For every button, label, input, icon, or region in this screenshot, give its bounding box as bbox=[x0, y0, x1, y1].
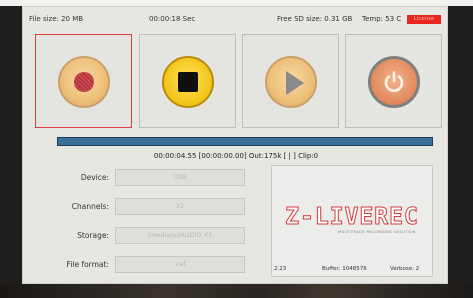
desktop-bottom-strip bbox=[0, 284, 473, 298]
logo-panel: Z-LIVEREC MULTITRACK RECORDING SOLUTION … bbox=[271, 165, 433, 277]
license-button[interactable]: License bbox=[407, 15, 441, 24]
elapsed-time-label: 00:00:18 Sec bbox=[149, 15, 196, 23]
temperature-label: Temp: 53 C bbox=[362, 15, 402, 23]
power-button[interactable] bbox=[345, 34, 442, 128]
time-info: 00:00:04.55 [00:00:00.00] Out:175k [ | ]… bbox=[153, 152, 319, 160]
storage-label: Storage: bbox=[77, 231, 109, 240]
channels-label: Channels: bbox=[71, 202, 109, 211]
play-disc bbox=[265, 56, 317, 108]
record-button[interactable] bbox=[35, 34, 132, 128]
recording-progress-bar bbox=[57, 137, 433, 146]
free-sd-label: Free SD size: 0.31 GB bbox=[277, 15, 353, 23]
buffer-label: Buffer: 1048576 bbox=[322, 266, 367, 272]
channels-field[interactable]: 32 bbox=[115, 198, 245, 215]
power-disc bbox=[368, 56, 420, 108]
storage-field[interactable]: /media/pi/AUDIO X1 bbox=[115, 227, 245, 244]
stop-disc bbox=[162, 56, 214, 108]
device-field[interactable]: USB bbox=[115, 169, 245, 186]
record-icon bbox=[74, 72, 94, 92]
file-size-label: File size: 20 MB bbox=[29, 15, 84, 23]
power-icon bbox=[384, 71, 404, 92]
logo-text: Z-LIVEREC bbox=[285, 204, 419, 231]
status-bar: File size: 20 MB 00:00:18 Sec Free SD si… bbox=[23, 7, 449, 29]
logo-subtitle: MULTITRACK RECORDING SOLUTION bbox=[338, 230, 416, 234]
verbose-label: Verbose: 2 bbox=[390, 266, 420, 272]
record-disc bbox=[58, 56, 110, 108]
recorder-window: File size: 20 MB 00:00:18 Sec Free SD si… bbox=[22, 6, 448, 284]
stop-button[interactable] bbox=[139, 34, 236, 128]
version-label: 2.23 bbox=[274, 266, 287, 272]
file-format-label: File format: bbox=[66, 260, 109, 269]
stop-icon bbox=[178, 72, 198, 92]
play-icon bbox=[286, 71, 304, 95]
play-button[interactable] bbox=[242, 34, 339, 128]
file-format-field[interactable]: .caf bbox=[115, 256, 245, 273]
progress-fill bbox=[58, 138, 432, 145]
device-label: Device: bbox=[80, 173, 109, 182]
